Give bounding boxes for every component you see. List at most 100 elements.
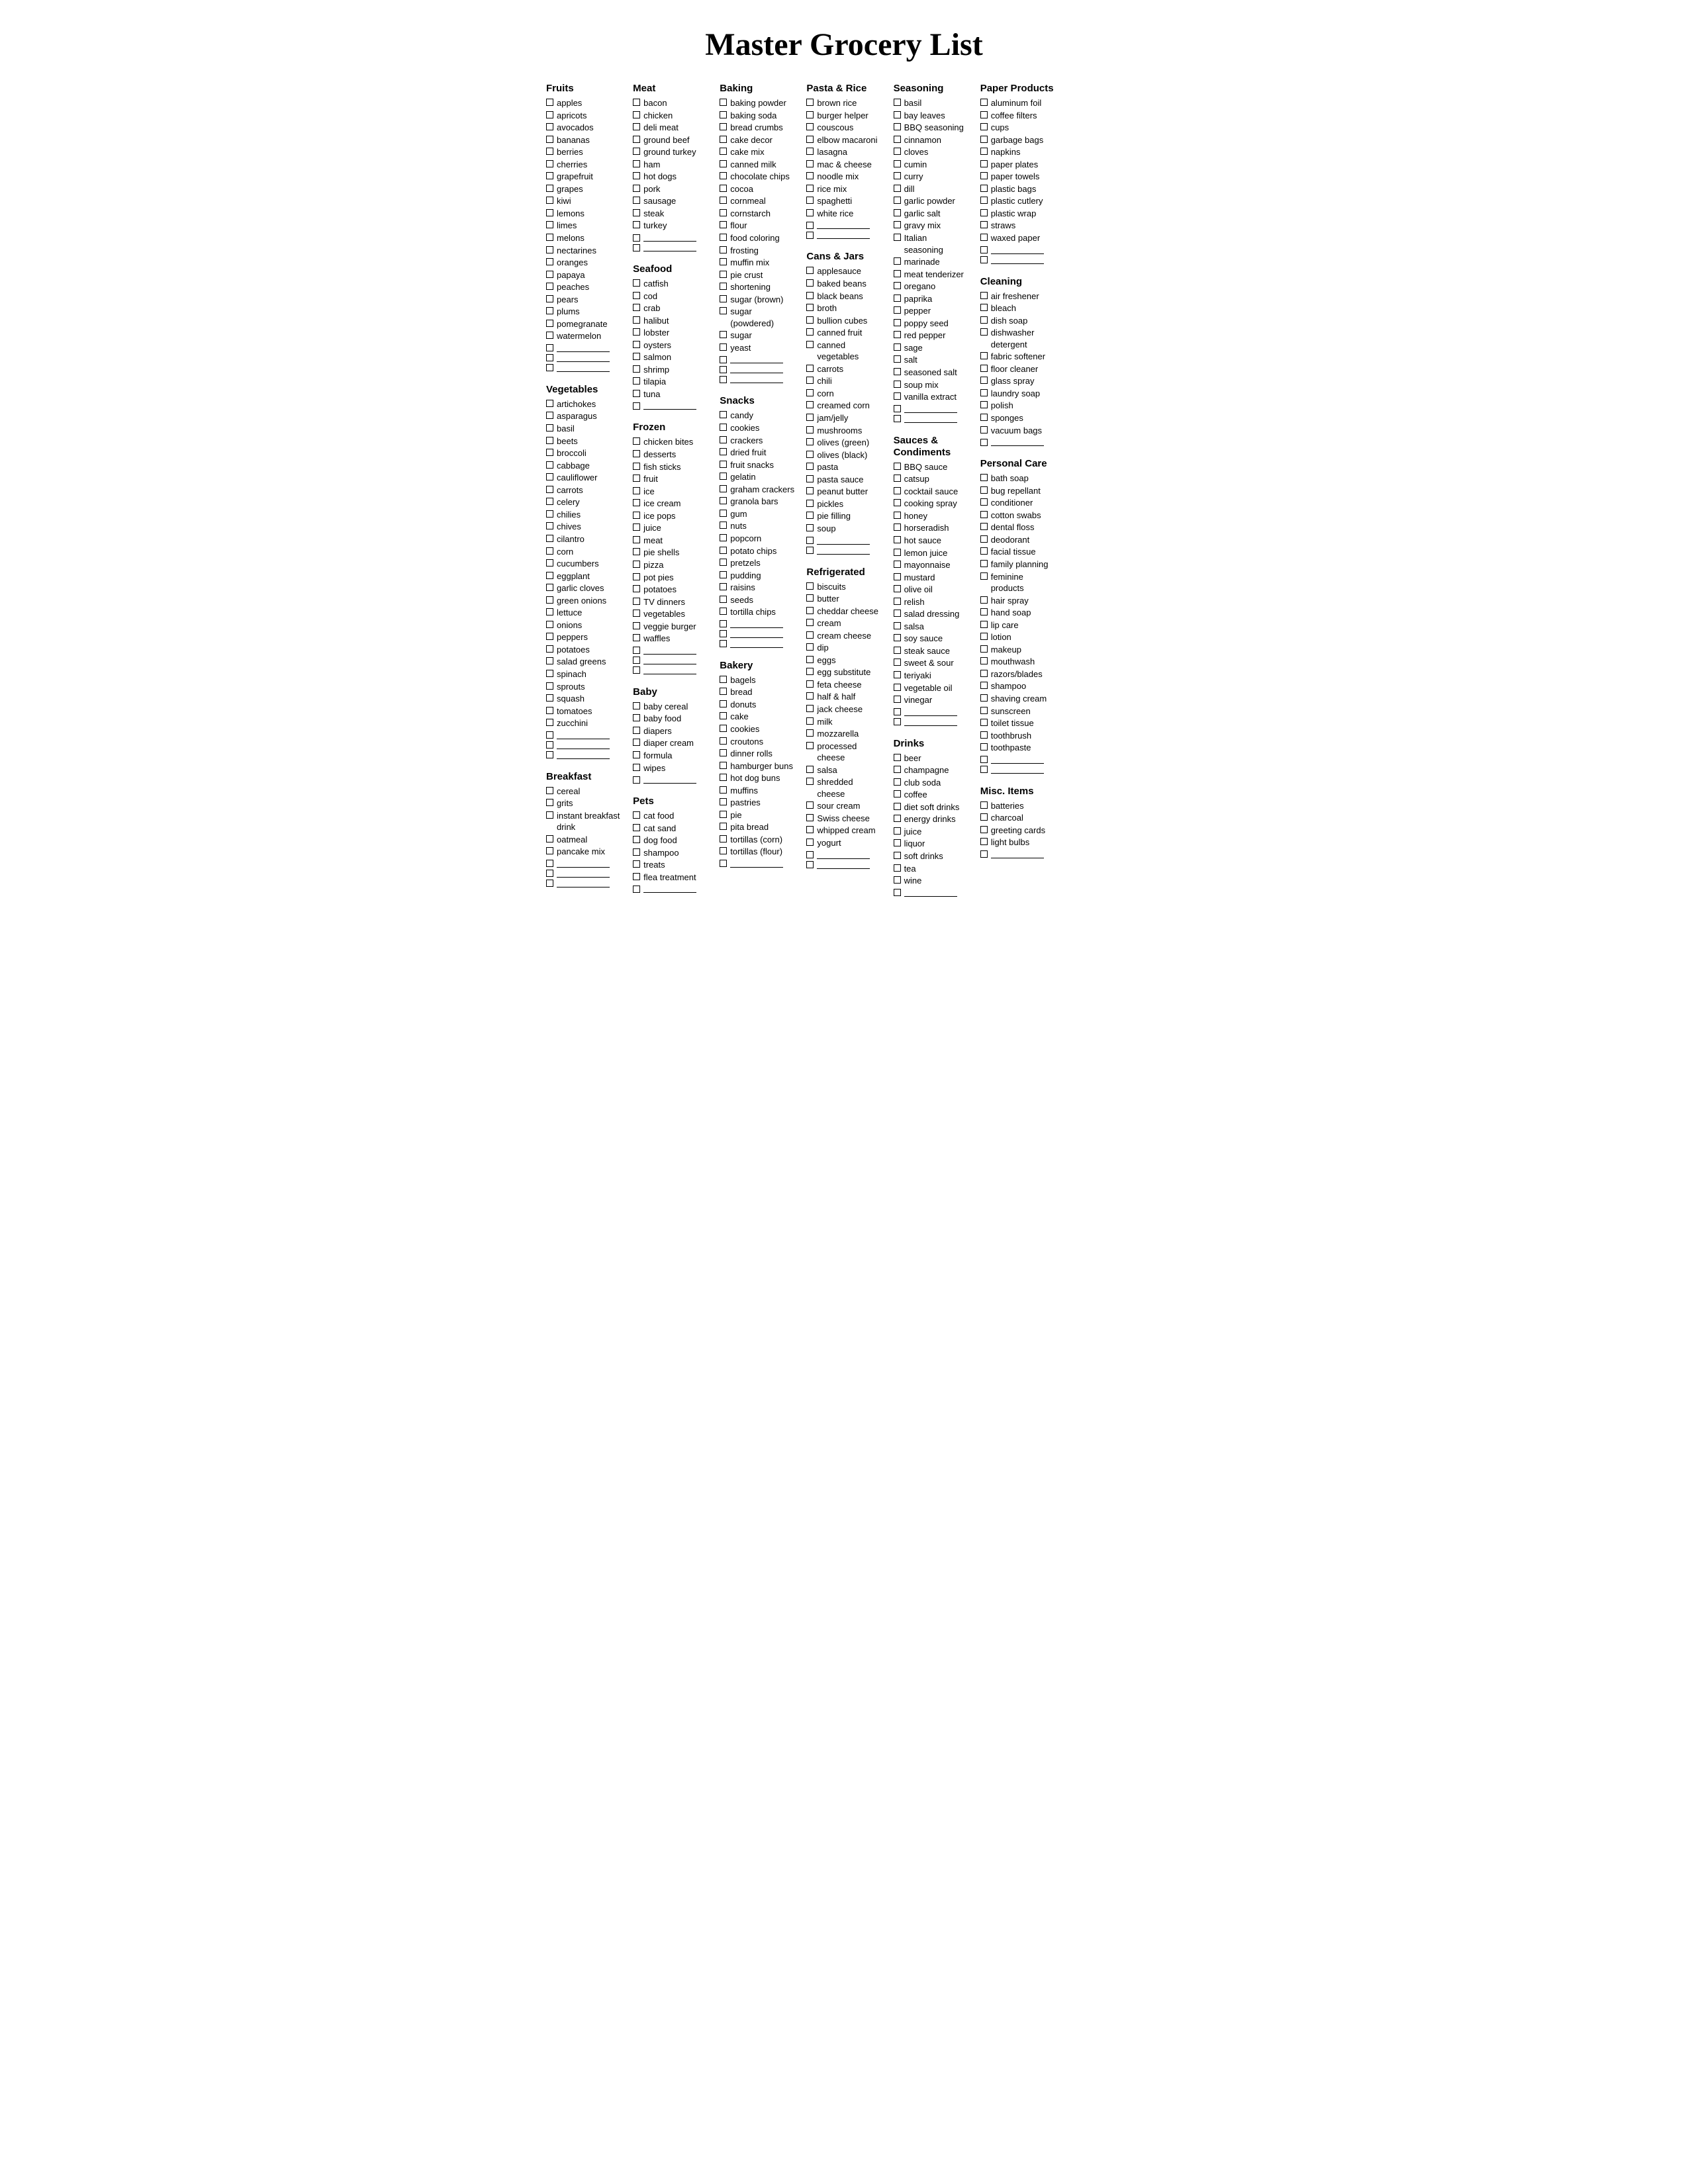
- checkbox[interactable]: [806, 524, 814, 531]
- checkbox[interactable]: [720, 749, 727, 756]
- checkbox[interactable]: [980, 608, 988, 615]
- checkbox[interactable]: [633, 764, 640, 771]
- checkbox[interactable]: [720, 847, 727, 854]
- checkbox[interactable]: [806, 619, 814, 626]
- checkbox[interactable]: [633, 136, 640, 143]
- checkbox[interactable]: [980, 99, 988, 106]
- checkbox[interactable]: [720, 424, 727, 431]
- checkbox[interactable]: [806, 487, 814, 494]
- checkbox[interactable]: [806, 668, 814, 675]
- checkbox[interactable]: [894, 319, 901, 326]
- checkbox[interactable]: [633, 185, 640, 192]
- checkbox[interactable]: [546, 111, 553, 118]
- checkbox[interactable]: [633, 437, 640, 445]
- checkbox[interactable]: [806, 401, 814, 408]
- checkbox[interactable]: [546, 307, 553, 314]
- checkbox[interactable]: [980, 136, 988, 143]
- checkbox[interactable]: [633, 123, 640, 130]
- checkbox[interactable]: [980, 197, 988, 204]
- checkbox[interactable]: [894, 499, 901, 506]
- checkbox[interactable]: [720, 209, 727, 216]
- checkbox[interactable]: [633, 860, 640, 868]
- checkbox[interactable]: [894, 368, 901, 375]
- checkbox[interactable]: [894, 598, 901, 605]
- checkbox[interactable]: [894, 487, 901, 494]
- checkbox[interactable]: [894, 185, 901, 192]
- checkbox[interactable]: [806, 197, 814, 204]
- checkbox[interactable]: [894, 343, 901, 351]
- checkbox[interactable]: [894, 331, 901, 338]
- checkbox[interactable]: [894, 827, 901, 835]
- checkbox[interactable]: [633, 848, 640, 856]
- blank-checkbox[interactable]: [894, 708, 901, 715]
- blank-checkbox[interactable]: [546, 731, 553, 739]
- checkbox[interactable]: [720, 571, 727, 578]
- checkbox[interactable]: [633, 739, 640, 746]
- checkbox[interactable]: [633, 499, 640, 506]
- checkbox[interactable]: [894, 634, 901, 641]
- checkbox[interactable]: [633, 160, 640, 167]
- checkbox[interactable]: [894, 754, 901, 761]
- checkbox[interactable]: [720, 688, 727, 695]
- checkbox[interactable]: [546, 510, 553, 518]
- checkbox[interactable]: [894, 659, 901, 666]
- checkbox[interactable]: [720, 583, 727, 590]
- checkbox[interactable]: [546, 424, 553, 432]
- checkbox[interactable]: [806, 826, 814, 833]
- checkbox[interactable]: [894, 803, 901, 810]
- checkbox[interactable]: [980, 234, 988, 241]
- checkbox[interactable]: [633, 873, 640, 880]
- checkbox[interactable]: [980, 731, 988, 739]
- checkbox[interactable]: [720, 786, 727, 794]
- checkbox[interactable]: [894, 209, 901, 216]
- checkbox[interactable]: [980, 111, 988, 118]
- checkbox[interactable]: [980, 826, 988, 833]
- checkbox[interactable]: [546, 136, 553, 143]
- checkbox[interactable]: [980, 596, 988, 604]
- checkbox[interactable]: [980, 185, 988, 192]
- checkbox[interactable]: [806, 438, 814, 445]
- blank-checkbox[interactable]: [546, 354, 553, 361]
- checkbox[interactable]: [806, 631, 814, 639]
- checkbox[interactable]: [546, 185, 553, 192]
- checkbox[interactable]: [720, 258, 727, 265]
- checkbox[interactable]: [720, 411, 727, 418]
- checkbox[interactable]: [546, 584, 553, 591]
- checkbox[interactable]: [894, 778, 901, 786]
- blank-checkbox[interactable]: [980, 766, 988, 773]
- blank-checkbox[interactable]: [894, 889, 901, 896]
- checkbox[interactable]: [894, 257, 901, 265]
- checkbox[interactable]: [806, 801, 814, 809]
- checkbox[interactable]: [806, 705, 814, 712]
- checkbox[interactable]: [633, 341, 640, 348]
- blank-checkbox[interactable]: [806, 851, 814, 858]
- checkbox[interactable]: [546, 486, 553, 493]
- checkbox[interactable]: [546, 123, 553, 130]
- checkbox[interactable]: [980, 401, 988, 408]
- blank-checkbox[interactable]: [633, 402, 640, 410]
- blank-checkbox[interactable]: [720, 630, 727, 637]
- checkbox[interactable]: [980, 670, 988, 677]
- checkbox[interactable]: [720, 559, 727, 566]
- checkbox[interactable]: [546, 332, 553, 339]
- checkbox[interactable]: [633, 836, 640, 843]
- blank-checkbox[interactable]: [546, 364, 553, 371]
- checkbox[interactable]: [720, 172, 727, 179]
- checkbox[interactable]: [894, 270, 901, 277]
- checkbox[interactable]: [720, 283, 727, 290]
- checkbox[interactable]: [894, 99, 901, 106]
- checkbox[interactable]: [546, 682, 553, 690]
- checkbox[interactable]: [546, 271, 553, 278]
- checkbox[interactable]: [806, 304, 814, 311]
- checkbox[interactable]: [633, 561, 640, 568]
- checkbox[interactable]: [806, 475, 814, 482]
- blank-checkbox[interactable]: [720, 640, 727, 647]
- checkbox[interactable]: [894, 671, 901, 678]
- checkbox[interactable]: [894, 766, 901, 773]
- checkbox[interactable]: [720, 448, 727, 455]
- checkbox[interactable]: [806, 729, 814, 737]
- checkbox[interactable]: [806, 172, 814, 179]
- checkbox[interactable]: [806, 839, 814, 846]
- checkbox[interactable]: [633, 536, 640, 543]
- checkbox[interactable]: [980, 719, 988, 726]
